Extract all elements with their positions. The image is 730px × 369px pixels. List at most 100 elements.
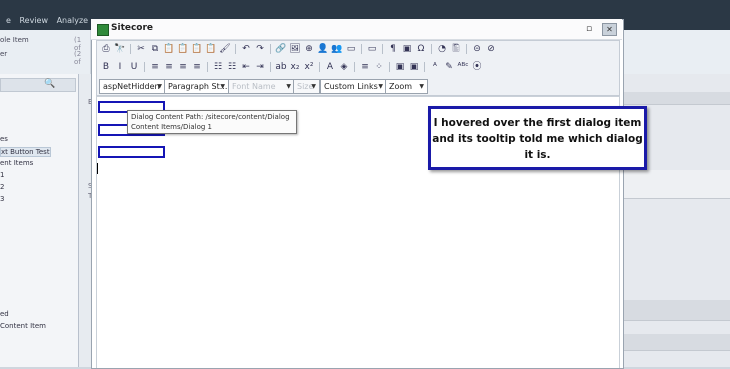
tb-row1-button-icon[interactable]: ⊘: [485, 43, 497, 55]
tb-row2-button-icon[interactable]: ≡: [359, 61, 371, 73]
tb-row2-button-icon[interactable]: ᴬᴮᶜ: [457, 61, 469, 73]
ribbon-item-2[interactable]: er: [0, 50, 7, 58]
tree-search-input[interactable]: [0, 78, 76, 92]
tb-row1-button-icon[interactable]: 👥: [331, 43, 343, 55]
ribbon-item-2-count: (2 of: [74, 50, 82, 66]
tb-row1-button-icon[interactable]: 📋: [191, 43, 203, 55]
tb-row1-button-icon[interactable]: 🖌: [219, 43, 231, 55]
ribbon-tab-review[interactable]: Review: [19, 16, 48, 25]
paragraph-style-value: Paragraph St...: [168, 82, 228, 91]
tooltip-line-1: Dialog Content Path: /sitecore/content/D…: [131, 113, 290, 121]
toolbar-separator: [270, 62, 271, 72]
annotation-callout: I hovered over the first dialog item and…: [428, 106, 647, 170]
toolbar-separator: [235, 44, 236, 54]
tree-item[interactable]: es: [0, 135, 8, 143]
tb-row1-button-icon[interactable]: ✂: [135, 43, 147, 55]
tb-row1-button-icon[interactable]: ↶: [240, 43, 252, 55]
tb-row2-button-icon[interactable]: x²: [303, 61, 315, 73]
tb-row1-button-icon[interactable]: 🖺: [450, 43, 462, 55]
toolbar-separator: [389, 62, 390, 72]
search-icon[interactable]: 🔍: [44, 79, 55, 89]
tb-row1-button-icon[interactable]: 🔗: [275, 43, 287, 55]
tb-row2-button-icon[interactable]: ≡: [177, 61, 189, 73]
tb-row1-button-icon[interactable]: ▭: [345, 43, 357, 55]
tb-row1-button-icon[interactable]: ⧉: [149, 43, 161, 55]
tb-row2-button-icon[interactable]: ⇤: [240, 61, 252, 73]
tb-row2-button-icon[interactable]: ⇥: [254, 61, 266, 73]
tb-row2-button-icon[interactable]: ✎: [443, 61, 455, 73]
tb-row1-button-icon[interactable]: Ω: [415, 43, 427, 55]
tb-row1-button-icon[interactable]: 📋: [163, 43, 175, 55]
sitecore-logo-icon: [97, 24, 109, 36]
toolbar-separator: [361, 44, 362, 54]
tb-row1-button-icon[interactable]: ¶: [387, 43, 399, 55]
custom-links-value: Custom Links: [324, 82, 378, 91]
paragraph-style-dropdown[interactable]: Paragraph St... ▼: [164, 79, 229, 94]
tree-item[interactable]: 2: [0, 183, 4, 191]
dialog-link-item[interactable]: [98, 146, 165, 158]
tb-row2-button-icon[interactable]: A: [324, 61, 336, 73]
text-caret: [97, 163, 98, 174]
tb-row1-button-icon[interactable]: ▭: [366, 43, 378, 55]
tb-row2-button-icon[interactable]: ᴬ: [429, 61, 441, 73]
tree-item[interactable]: Content Item: [0, 322, 46, 330]
tb-row2-button-icon[interactable]: ◈: [338, 61, 350, 73]
tb-row1-button-icon[interactable]: 📋: [205, 43, 217, 55]
tb-row1-button-icon[interactable]: ◔: [436, 43, 448, 55]
right-panel-band: [622, 170, 730, 199]
tb-row1-button-icon[interactable]: ⊕: [303, 43, 315, 55]
close-button[interactable]: ✕: [602, 23, 617, 36]
tb-row2-button-icon[interactable]: ab: [275, 61, 287, 73]
class-dropdown-value: aspNetHidden: [103, 82, 160, 91]
tb-row2-button-icon[interactable]: ≡: [163, 61, 175, 73]
tb-row2-button-icon[interactable]: ☷: [212, 61, 224, 73]
tb-row1-button-icon[interactable]: ⊝: [471, 43, 483, 55]
tb-row2-button-icon[interactable]: U: [128, 61, 140, 73]
minimize-button[interactable]: ▫: [584, 24, 594, 34]
tb-row1-button-icon[interactable]: ⎙: [100, 43, 112, 55]
tb-row2-button-icon[interactable]: B: [100, 61, 112, 73]
ribbon-tab-partial[interactable]: e: [6, 16, 11, 25]
right-panel-band: [622, 92, 730, 105]
class-dropdown[interactable]: aspNetHidden ▼: [99, 79, 166, 94]
toolbar-row-1: ⎙ 🔭 ✂ ⧉ 📋 📋 📋 📋 🖌 ↶ ↷ 🔗 🖼 ⊕ 👤 👥 ▭ ▭ ¶ ▣ Ω ◔ 🖺 ⊝ ⊘: [100, 42, 497, 56]
tb-row2-button-icon[interactable]: ▣: [408, 61, 420, 73]
tb-row2-button-icon[interactable]: ≡: [191, 61, 203, 73]
toolbar-separator: [466, 44, 467, 54]
custom-links-dropdown[interactable]: Custom Links ▼: [320, 79, 387, 94]
tb-row1-button-icon[interactable]: 🖼: [289, 43, 301, 55]
tb-row2-button-icon[interactable]: ⁘: [373, 61, 385, 73]
tb-row2-button-icon[interactable]: ☷: [226, 61, 238, 73]
tree-item[interactable]: 3: [0, 195, 4, 203]
tree-item[interactable]: 1: [0, 171, 4, 179]
toolbar-separator: [431, 44, 432, 54]
font-name-dropdown[interactable]: Font Name ▼: [228, 79, 295, 94]
font-size-dropdown[interactable]: Size ▼: [293, 79, 320, 94]
tb-row1-button-icon[interactable]: ↷: [254, 43, 266, 55]
tb-row1-button-icon[interactable]: 🔭: [114, 43, 126, 55]
dialog-tooltip: Dialog Content Path: /sitecore/content/D…: [127, 110, 297, 134]
tb-row2-button-icon[interactable]: ⦿: [471, 61, 483, 73]
dialog-title: Sitecore: [111, 23, 154, 33]
tb-row1-button-icon[interactable]: ▣: [401, 43, 413, 55]
ribbon-tab-analyze[interactable]: Analyze: [57, 16, 89, 25]
toolbar-separator: [319, 62, 320, 72]
tb-row2-button-icon[interactable]: x₂: [289, 61, 301, 73]
tooltip-line-2: Content Items/Dialog 1: [131, 123, 212, 131]
ribbon-panel-right: [622, 30, 730, 75]
tb-row1-button-icon[interactable]: 📋: [177, 43, 189, 55]
font-name-value: Font Name: [232, 82, 276, 91]
right-panel-band: [622, 300, 730, 321]
tb-row2-button-icon[interactable]: ▣: [394, 61, 406, 73]
tree-item-selected[interactable]: xt Button Test: [0, 147, 51, 157]
tb-row2-button-icon[interactable]: ≡: [149, 61, 161, 73]
tb-row1-button-icon[interactable]: 👤: [317, 43, 329, 55]
tree-item[interactable]: ent Items: [0, 159, 33, 167]
toolbar-separator: [424, 62, 425, 72]
tree-item[interactable]: ed: [0, 310, 9, 318]
ribbon-item-1[interactable]: ole Item: [0, 36, 29, 44]
zoom-dropdown[interactable]: Zoom ▼: [385, 79, 428, 94]
tb-row2-button-icon[interactable]: I: [114, 61, 126, 73]
right-panel-band: [622, 334, 730, 351]
dialog-titlebar[interactable]: [91, 19, 622, 40]
